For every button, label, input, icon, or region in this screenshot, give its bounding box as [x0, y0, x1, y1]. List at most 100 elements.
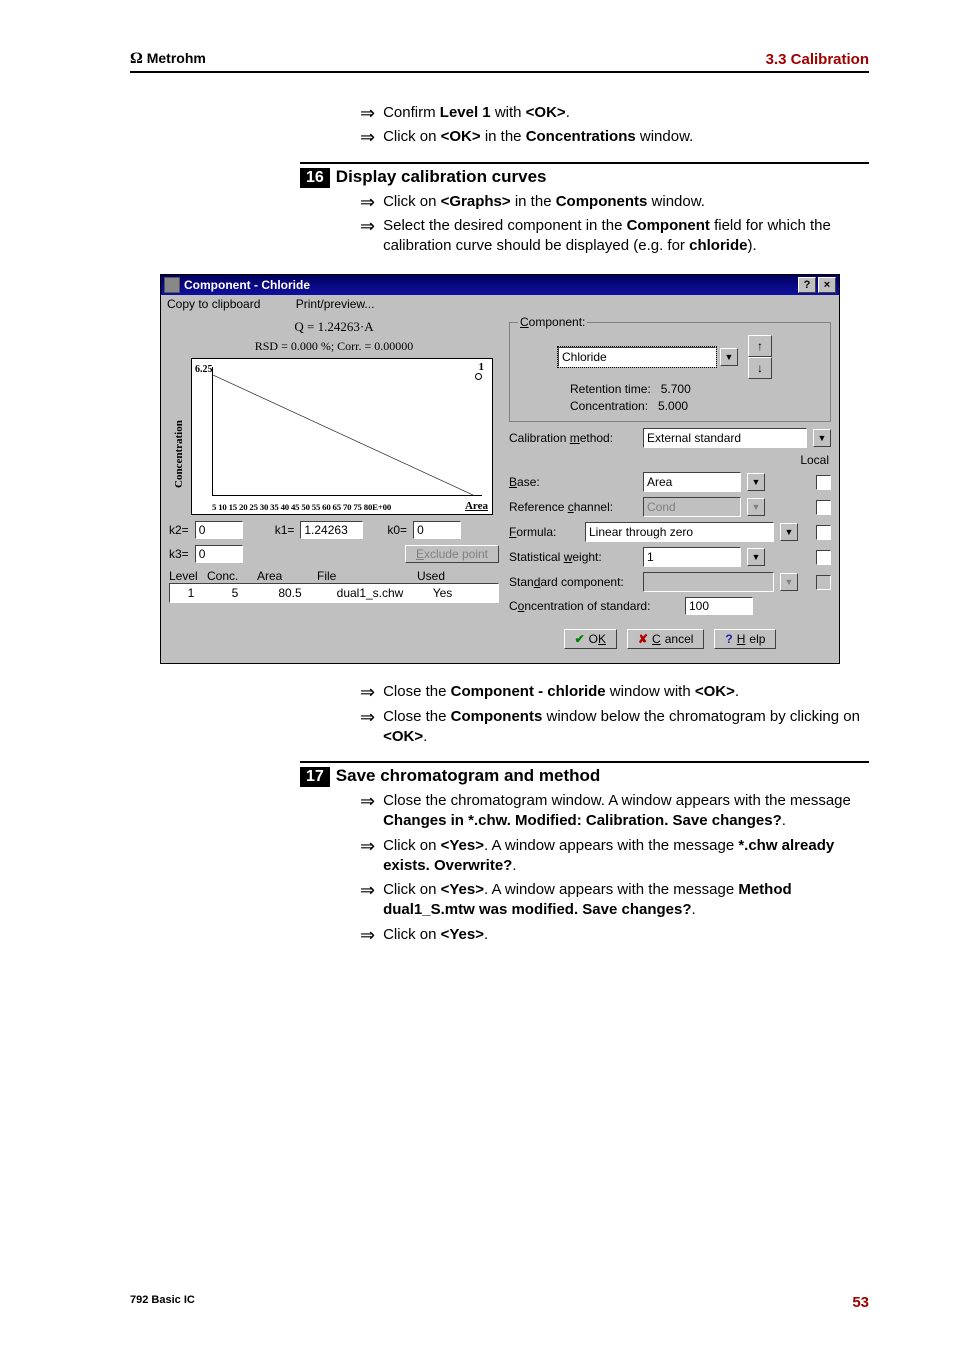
arrow-icon	[360, 103, 375, 123]
table-header: Level Conc. Area File Used	[169, 569, 499, 583]
chart-ytick: 6.25	[195, 364, 213, 375]
dropdown-arrow-icon[interactable]: ▼	[747, 548, 765, 566]
instruction-line: Click on <Yes>. A window appears with th…	[360, 880, 869, 921]
equation-label: Q = 1.24263·A	[169, 319, 499, 335]
step-number-badge: 16	[300, 168, 330, 188]
component-select[interactable]: Chloride	[558, 347, 716, 367]
dropdown-arrow-icon: ▼	[747, 498, 765, 516]
formula-select[interactable]: Linear through zero	[585, 522, 774, 542]
base-local-checkbox[interactable]	[816, 475, 831, 490]
dropdown-arrow-icon[interactable]: ▼	[813, 429, 831, 447]
page-number: 53	[852, 1294, 869, 1311]
statweight-select[interactable]: 1	[643, 547, 741, 567]
step-heading: 16 Display calibration curves	[300, 162, 869, 188]
arrow-icon	[360, 836, 375, 856]
brand-logo: Ω Metrohm	[130, 50, 206, 68]
chart-xticks: 5 10 15 20 25 30 35 40 45 50 55 60 65 70…	[212, 502, 488, 512]
k1-input[interactable]	[300, 521, 363, 539]
prev-component-button[interactable]: ↑	[748, 335, 772, 357]
concstd-input[interactable]	[685, 597, 753, 615]
stdcomp-local-checkbox[interactable]	[816, 575, 831, 590]
arrow-icon	[360, 682, 375, 702]
menu-print[interactable]: Print/preview...	[296, 297, 391, 311]
help-titlebar-button[interactable]: ?	[798, 277, 816, 293]
next-component-button[interactable]: ↓	[748, 357, 772, 379]
k2-input[interactable]	[195, 521, 243, 539]
arrow-icon	[360, 127, 375, 147]
concentration-label: Concentration:	[570, 399, 648, 413]
k2-label: k2=	[169, 523, 189, 537]
calib-method-select[interactable]: External standard	[643, 428, 807, 448]
arrow-icon	[360, 791, 375, 811]
instruction-line: Confirm Level 1 with <OK>.	[360, 103, 869, 123]
retention-time-label: Retention time:	[570, 382, 651, 396]
local-column-label: Local	[509, 453, 829, 467]
stdcomp-label: Standard component:	[509, 575, 637, 589]
cross-icon: ✘	[638, 632, 648, 646]
instruction-line: Click on <Graphs> in the Components wind…	[360, 192, 869, 212]
rsd-label: RSD = 0.000 %; Corr. = 0.00000	[169, 339, 499, 354]
exclude-point-button[interactable]: EExclude pointxclude point	[405, 545, 499, 563]
k1-label: k1=	[275, 523, 295, 537]
arrow-icon	[360, 925, 375, 945]
statweight-label: Statistical weight:	[509, 550, 637, 564]
arrow-icon	[360, 216, 375, 236]
formula-local-checkbox[interactable]	[816, 525, 831, 540]
section-ref: 3.3 Calibration	[766, 51, 869, 68]
component-legend: Component:	[518, 315, 587, 329]
k3-input[interactable]	[195, 545, 243, 563]
chart-point-label: 1	[479, 361, 485, 373]
instruction-line: Close the Component - chloride window wi…	[360, 682, 869, 702]
instruction-line: Click on <Yes>.	[360, 925, 869, 945]
refchannel-label: Reference channel:	[509, 500, 637, 514]
instruction-line: Close the chromatogram window. A window …	[360, 791, 869, 832]
k3-label: k3=	[169, 547, 189, 561]
k0-input[interactable]	[413, 521, 461, 539]
instruction-line: Close the Components window below the ch…	[360, 707, 869, 748]
retention-time-value: 5.700	[661, 382, 691, 396]
menu-bar: Copy to clipboard Print/preview...	[161, 295, 839, 313]
dropdown-arrow-icon[interactable]: ▼	[780, 523, 798, 541]
arrow-icon	[360, 192, 375, 212]
table-row[interactable]: 1 5 80.5 dual1_s.chw Yes	[169, 583, 499, 603]
fit-line	[213, 375, 473, 495]
base-label: Base:	[509, 475, 637, 489]
step-number-badge: 17	[300, 767, 330, 787]
check-icon: ✔	[575, 632, 585, 646]
calibration-chart: 6.25 1 Area 5 10 15 20 25 30 35 40 45 50…	[191, 358, 493, 515]
arrow-icon	[360, 880, 375, 900]
k0-label: k0=	[387, 523, 407, 537]
step-heading: 17 Save chromatogram and method	[300, 761, 869, 787]
question-icon: ?	[725, 632, 732, 646]
dropdown-arrow-icon[interactable]: ▼	[747, 473, 765, 491]
app-icon	[164, 277, 180, 293]
help-button[interactable]: ? Help	[714, 629, 776, 649]
arrow-icon	[360, 707, 375, 727]
stdcomp-select	[643, 572, 774, 592]
component-window: Component - Chloride ? × Copy to clipboa…	[160, 274, 840, 664]
formula-label: Formula:	[509, 525, 579, 539]
instruction-line: Click on <Yes>. A window appears with th…	[360, 836, 869, 877]
statweight-local-checkbox[interactable]	[816, 550, 831, 565]
refchannel-select: Cond	[643, 497, 741, 517]
dropdown-arrow-icon: ▼	[780, 573, 798, 591]
base-select[interactable]: Area	[643, 472, 741, 492]
page-header: Ω Metrohm 3.3 Calibration	[130, 50, 869, 73]
calib-method-label: Calibration method:	[509, 431, 637, 445]
page-footer: 792 Basic IC 53	[130, 1294, 869, 1311]
dropdown-arrow-icon[interactable]: ▼	[720, 348, 738, 366]
titlebar[interactable]: Component - Chloride ? ×	[161, 275, 839, 295]
close-titlebar-button[interactable]: ×	[818, 277, 836, 293]
menu-copy[interactable]: Copy to clipboard	[167, 297, 276, 311]
concstd-label: Concentration of standard:	[509, 599, 679, 613]
concentration-value: 5.000	[658, 399, 688, 413]
instruction-line: Click on <OK> in the Concentrations wind…	[360, 127, 869, 147]
step-title: Display calibration curves	[336, 167, 547, 187]
instruction-line: Select the desired component in the Comp…	[360, 216, 869, 257]
refchannel-local-checkbox[interactable]	[816, 500, 831, 515]
cancel-button[interactable]: ✘ Cancel	[627, 629, 704, 649]
step-title: Save chromatogram and method	[336, 766, 601, 786]
footer-left: 792 Basic IC	[130, 1294, 195, 1311]
ok-button[interactable]: ✔ OK	[564, 629, 617, 649]
component-group: Component: Chloride ▼ ↑ ↓ Retention time…	[509, 315, 831, 422]
